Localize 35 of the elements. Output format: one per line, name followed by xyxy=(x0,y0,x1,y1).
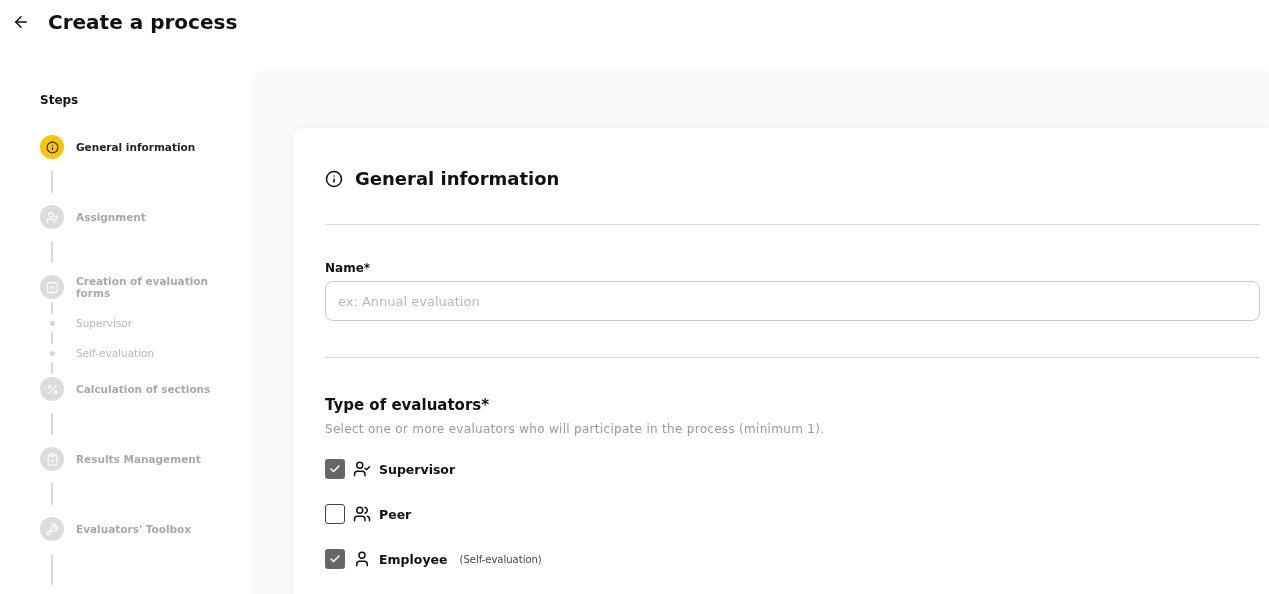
percent-icon xyxy=(45,382,59,396)
field-label: Name* xyxy=(325,261,372,275)
check-icon xyxy=(329,463,341,475)
option-label: Peer xyxy=(379,506,412,522)
name-input[interactable]: ex: Annual evaluation xyxy=(325,281,1260,321)
clipboard-check-icon xyxy=(45,452,59,466)
user-plus-icon xyxy=(45,210,59,224)
users-icon xyxy=(353,505,371,523)
option-label: Employee xyxy=(379,551,448,567)
section-title: General information xyxy=(355,168,560,189)
check-icon xyxy=(329,553,341,565)
steps-title: Steps xyxy=(40,93,80,107)
info-icon xyxy=(325,169,343,188)
info-icon xyxy=(45,140,59,154)
step-label[interactable]: Creation of evaluation forms xyxy=(76,275,216,299)
user-check-icon xyxy=(353,460,371,478)
checkbox[interactable] xyxy=(325,549,345,569)
user-icon xyxy=(353,550,371,568)
substep-label[interactable]: Supervisor xyxy=(76,317,133,329)
checkbox-icon xyxy=(45,280,59,294)
step-label[interactable]: Calculation of sections xyxy=(76,383,216,395)
step-label[interactable]: General information xyxy=(76,141,216,153)
evaluators-hint: Select one or more evaluators who will participate in the process (minimum 1). xyxy=(325,422,826,436)
checkbox[interactable] xyxy=(325,504,345,524)
checkbox[interactable] xyxy=(325,459,345,479)
page-title: Create a process xyxy=(48,10,238,34)
substep-label[interactable]: Self-evaluation xyxy=(76,347,155,359)
step-label[interactable]: Assignment xyxy=(76,211,216,223)
evaluators-title: Type of evaluators* xyxy=(325,396,491,414)
option-label: Supervisor xyxy=(379,461,456,477)
option-note: (Self-evaluation) xyxy=(459,553,542,565)
wrench-icon xyxy=(45,522,59,536)
back-icon[interactable] xyxy=(12,13,30,31)
step-label[interactable]: Results Management xyxy=(76,453,216,465)
step-label[interactable]: Evaluators' Toolbox xyxy=(76,523,216,535)
